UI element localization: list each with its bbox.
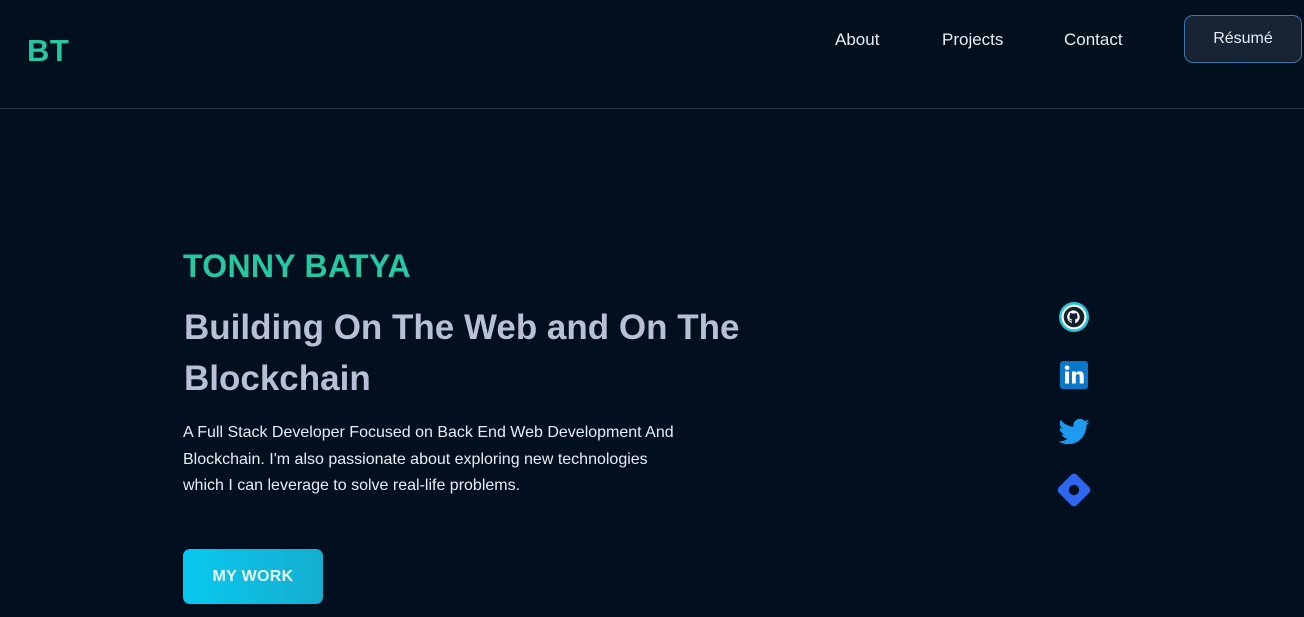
hero-name: TONNY BATYA bbox=[183, 248, 411, 284]
linkedin-icon bbox=[1058, 359, 1090, 396]
hero-title: Building On The Web and On The Blockchai… bbox=[184, 308, 740, 398]
external-link[interactable] bbox=[1056, 472, 1092, 513]
linkedin-link[interactable] bbox=[1056, 359, 1092, 395]
hero-description: A Full Stack Developer Focused on Back E… bbox=[183, 424, 674, 494]
github-link[interactable] bbox=[1056, 301, 1092, 337]
nav-link-contact[interactable]: Contact bbox=[1064, 30, 1123, 50]
nav-link-projects[interactable]: Projects bbox=[942, 30, 1003, 50]
github-icon bbox=[1057, 300, 1091, 339]
twitter-link[interactable] bbox=[1056, 416, 1092, 452]
diamond-link-icon bbox=[1056, 472, 1092, 513]
twitter-icon bbox=[1058, 418, 1090, 451]
logo[interactable]: BT bbox=[27, 33, 69, 69]
resume-button[interactable]: Résumé bbox=[1184, 15, 1302, 63]
site-header: BT About Projects Contact Résumé bbox=[0, 0, 1304, 109]
nav-link-about[interactable]: About bbox=[835, 30, 879, 50]
my-work-button[interactable]: MY WORK bbox=[183, 549, 323, 604]
